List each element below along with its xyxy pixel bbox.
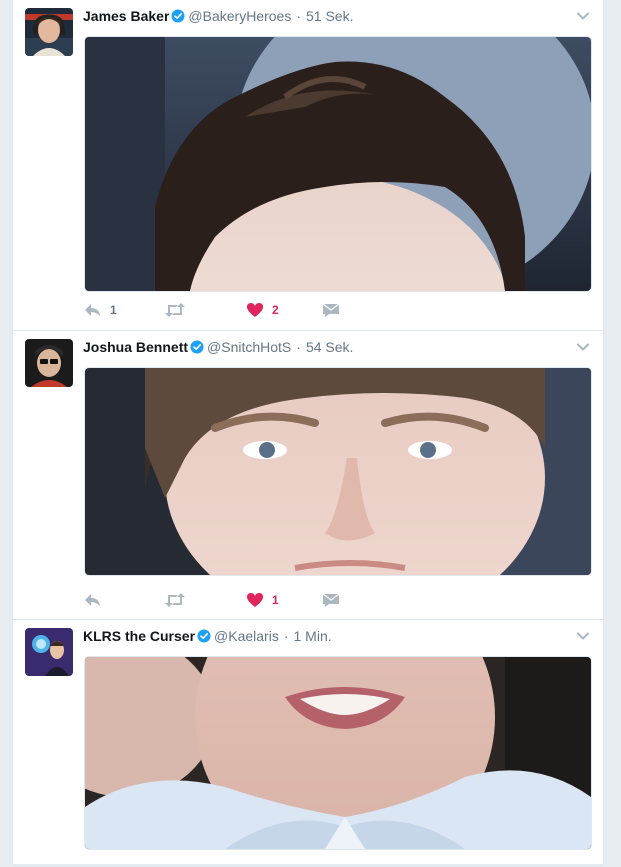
like-button[interactable]: 1: [246, 590, 322, 610]
like-button[interactable]: 2: [246, 300, 322, 320]
verified-badge-icon: [197, 629, 211, 643]
tweet-actions: 1: [84, 590, 352, 610]
heart-icon: [247, 303, 263, 317]
reply-button[interactable]: [84, 590, 164, 610]
username[interactable]: @Kaelaris: [214, 626, 279, 646]
retweet-button[interactable]: [164, 300, 246, 320]
chevron-down-icon[interactable]: [575, 628, 591, 644]
separator: ·: [283, 628, 289, 644]
retweet-icon: [165, 303, 185, 317]
direct-message-icon: [322, 593, 340, 607]
verified-badge-icon: [171, 9, 185, 23]
avatar[interactable]: [25, 628, 73, 676]
tweet-actions: 1 2: [84, 300, 352, 320]
avatar[interactable]: [25, 339, 73, 387]
fullname[interactable]: Joshua Bennett: [83, 337, 188, 357]
heart-icon: [247, 593, 263, 607]
chevron-down-icon[interactable]: [575, 339, 591, 355]
separator: ·: [296, 339, 301, 355]
tweet-header: KLRS the Curser @Kaelaris · 1 Min.: [83, 626, 591, 646]
tweet-header: Joshua Bennett @SnitchHotS · 54 Sek.: [83, 337, 591, 357]
timestamp[interactable]: 51 Sek.: [306, 6, 353, 26]
avatar[interactable]: [25, 8, 73, 56]
timestamp[interactable]: 54 Sek.: [306, 337, 353, 357]
timeline: James Baker @BakeryHeroes · 51 Sek. 1 2 …: [12, 0, 604, 867]
tweet-image[interactable]: [84, 656, 592, 850]
timestamp[interactable]: 1 Min.: [294, 626, 332, 646]
tweet-image[interactable]: [84, 36, 592, 292]
separator: ·: [296, 8, 301, 24]
retweet-icon: [165, 593, 185, 607]
fullname[interactable]: KLRS the Curser: [83, 626, 195, 646]
reply-icon: [85, 594, 100, 606]
direct-message-icon: [322, 303, 340, 317]
tweet-image[interactable]: [84, 367, 592, 576]
reply-button[interactable]: 1: [84, 300, 164, 320]
reply-count: 1: [110, 303, 117, 317]
retweet-button[interactable]: [164, 590, 246, 610]
like-count: 1: [272, 593, 279, 607]
tweet[interactable]: KLRS the Curser @Kaelaris · 1 Min.: [13, 620, 603, 867]
reply-icon: [85, 304, 100, 316]
tweet-header: James Baker @BakeryHeroes · 51 Sek.: [83, 6, 591, 26]
direct-message-button[interactable]: [322, 590, 352, 610]
direct-message-button[interactable]: [322, 300, 352, 320]
tweet[interactable]: James Baker @BakeryHeroes · 51 Sek. 1 2: [13, 0, 603, 331]
verified-badge-icon: [190, 340, 204, 354]
chevron-down-icon[interactable]: [575, 8, 591, 24]
like-count: 2: [272, 303, 279, 317]
fullname[interactable]: James Baker: [83, 6, 169, 26]
username[interactable]: @BakeryHeroes: [188, 6, 291, 26]
tweet[interactable]: Joshua Bennett @SnitchHotS · 54 Sek. 1: [13, 331, 603, 620]
username[interactable]: @SnitchHotS: [207, 337, 291, 357]
